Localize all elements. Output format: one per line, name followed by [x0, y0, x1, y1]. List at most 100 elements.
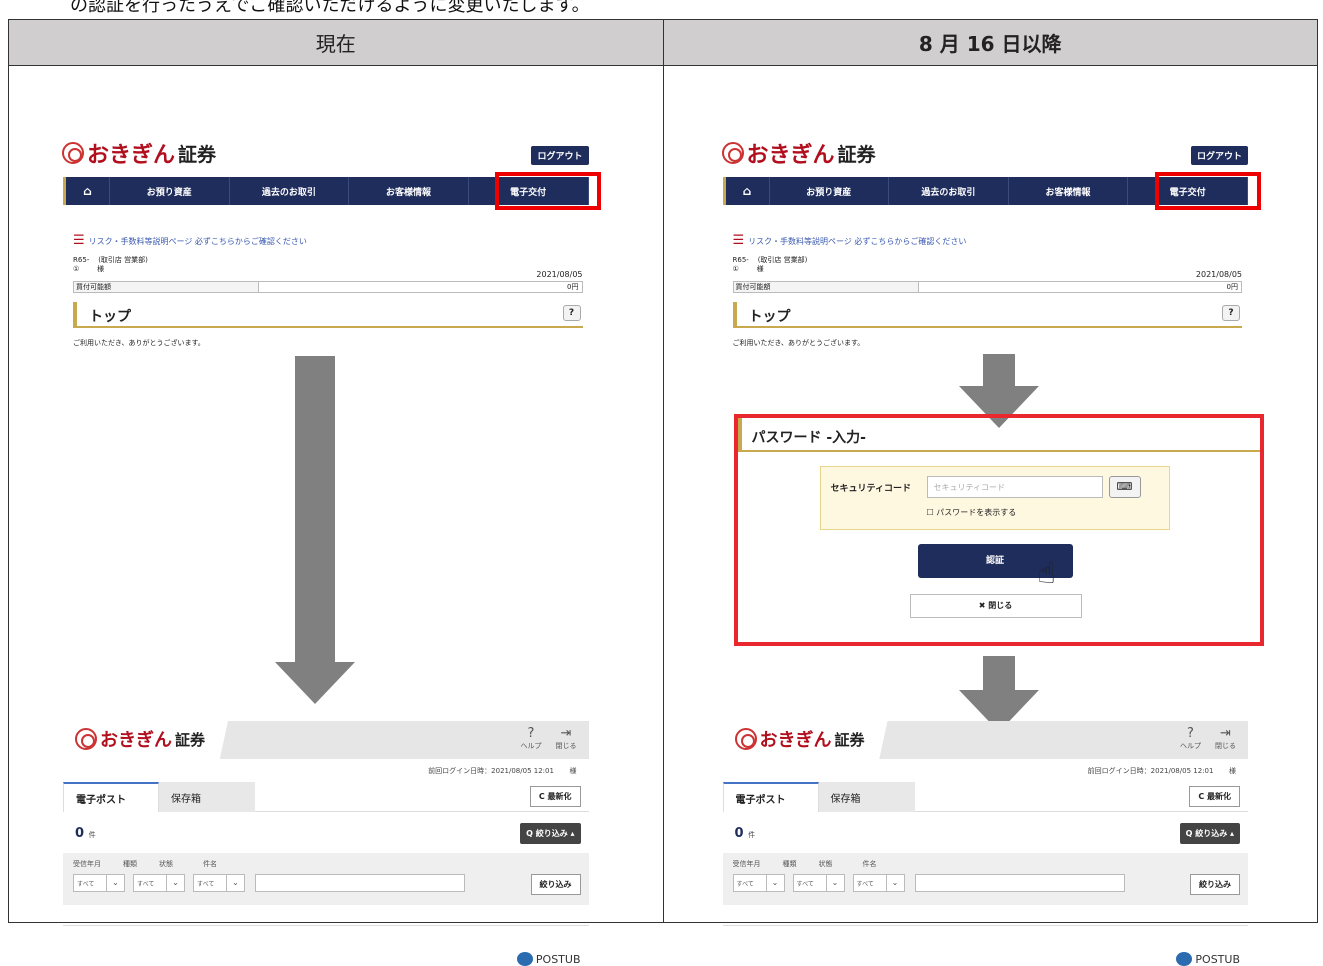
site-logo: おきぎん 証券 — [721, 137, 876, 169]
postub-logo: POSTUB — [516, 952, 581, 966]
nav-customer[interactable]: お客様情報 — [349, 177, 469, 205]
header-current: 現在 — [8, 19, 664, 66]
last-login: 前回ログイン日時：2021/08/05 12:01 様 — [428, 767, 577, 775]
account-info: R65- (取引店 営業部) ① 様 — [73, 256, 148, 273]
postub-logo: POSTUB — [1176, 952, 1240, 966]
date-text: 2021/08/05 — [536, 270, 583, 279]
edoc-highlight — [1154, 172, 1261, 210]
show-password-checkbox[interactable]: ☐ パスワードを表示する — [927, 507, 1017, 518]
chevron-down-icon: ⌄ — [166, 875, 184, 891]
chevron-down-icon: ⌄ — [106, 875, 124, 891]
home-icon[interactable]: ⌂ — [66, 177, 110, 205]
risk-link[interactable]: ☰ リスク・手数料等説明ページ 必ずこちらからご確認ください — [733, 233, 967, 248]
nav-assets[interactable]: お預り資産 — [110, 177, 230, 205]
comparison-table: 現在 8 月 16 日以降 おきぎん 証券 ログアウト ⌂ お預り資産 過去のお取… — [8, 19, 1318, 966]
thanks-text: ご利用いただき、ありがとうございます。 — [73, 339, 205, 347]
tab-post[interactable]: 電子ポスト — [722, 782, 819, 812]
logout-button[interactable]: ログアウト — [1190, 146, 1248, 165]
chevron-down-icon: ⌄ — [885, 875, 904, 891]
type-select[interactable]: すべて ⌄ — [133, 874, 185, 892]
filter-toggle-button[interactable]: Q 絞り込み ▴ — [520, 823, 581, 844]
after-cell: おきぎん 証券 ログアウト ⌂ お預り資産 過去のお取引 お客様情報 電子交付 ☰… — [662, 65, 1318, 966]
filter-area: 受信年月 種類 状態 件名 すべて ⌄ すべて ⌄ すべて ⌄ 絞り込み — [63, 853, 589, 905]
site-logo: おきぎん 証券 — [62, 137, 216, 169]
flower-logo-icon — [62, 142, 84, 164]
buying-power-row: 買付可能額 0円 — [73, 281, 583, 293]
tab-storage[interactable]: 保存箱 — [818, 782, 915, 812]
exit-icon: ⇥ — [560, 726, 572, 741]
page-title: トップ? — [73, 302, 583, 328]
help-icon[interactable]: ? — [1222, 305, 1240, 321]
post-header-icons: ? ヘルプ ⇥ 閉じる — [1180, 726, 1236, 751]
month-select[interactable]: すべて ⌄ — [732, 874, 785, 892]
header-after: 8 月 16 日以降 — [662, 19, 1318, 66]
close-button[interactable]: ⇥ 閉じる — [556, 726, 577, 751]
divider — [722, 925, 1248, 926]
chevron-down-icon: ⌄ — [825, 875, 844, 891]
last-login: 前回ログイン日時：2021/08/05 12:01 様 — [1087, 767, 1236, 775]
pointer-hand-icon: ☝ — [1037, 556, 1056, 591]
post-tabs: 電子ポスト 保存箱 C 最新化 — [722, 782, 1248, 812]
status-select[interactable]: すべて ⌄ — [852, 874, 905, 892]
tab-storage[interactable]: 保存箱 — [159, 782, 255, 812]
subject-input[interactable] — [255, 874, 465, 892]
edoc-highlight — [495, 172, 601, 210]
item-count: 0 件 — [734, 826, 756, 841]
intro-text: の認証を行ったうえでご確認いただけるように変更いたします。 — [70, 0, 590, 16]
tab-post[interactable]: 電子ポスト — [63, 782, 159, 812]
question-icon: ? — [1187, 726, 1194, 741]
thanks-text: ご利用いただき、ありがとうございます。 — [732, 339, 865, 347]
risk-link[interactable]: ☰ リスク・手数料等説明ページ 必ずこちらからご確認ください — [73, 233, 307, 248]
item-count: 0 件 — [75, 826, 96, 841]
month-select[interactable]: すべて ⌄ — [73, 874, 125, 892]
question-icon: ? — [527, 726, 535, 741]
filter-button[interactable]: 絞り込み — [1190, 874, 1240, 895]
security-code-input[interactable]: セキュリティコード — [926, 476, 1103, 498]
security-label: セキュリティコード — [830, 484, 911, 494]
flower-logo-icon — [734, 728, 757, 750]
help-icon[interactable]: ? — [562, 305, 581, 321]
post-tabs: 電子ポスト 保存箱 C 最新化 — [63, 782, 589, 812]
close-button[interactable]: ⇥ 閉じる — [1215, 726, 1236, 751]
down-arrow — [275, 356, 355, 704]
chevron-down-icon: ⌄ — [226, 875, 244, 891]
chevron-down-icon: ⌄ — [765, 875, 784, 891]
home-icon[interactable]: ⌂ — [726, 177, 770, 205]
help-button[interactable]: ? ヘルプ — [521, 726, 542, 751]
document-icon: ☰ — [73, 233, 85, 248]
password-dialog: パスワード -入力- セキュリティコード セキュリティコード ⌨ ☐ パスワード… — [733, 414, 1264, 646]
current-cell: おきぎん 証券 ログアウト ⌂ お預り資産 過去のお取引 お客様情報 電子交付 ☰… — [8, 65, 664, 966]
filter-toggle-button[interactable]: Q 絞り込み ▴ — [1179, 823, 1240, 844]
status-select[interactable]: すべて ⌄ — [193, 874, 245, 892]
nav-customer[interactable]: お客様情報 — [1009, 177, 1129, 205]
refresh-button[interactable]: C 最新化 — [1189, 786, 1240, 807]
close-dialog-button[interactable]: ✖ 閉じる — [909, 594, 1082, 618]
keyboard-icon[interactable]: ⌨ — [1108, 476, 1141, 498]
logout-button[interactable]: ログアウト — [531, 146, 589, 165]
refresh-button[interactable]: C 最新化 — [529, 786, 581, 807]
nav-assets[interactable]: お預り資産 — [770, 177, 890, 205]
buying-power-row: 買付可能額 0円 — [732, 281, 1242, 293]
filter-button[interactable]: 絞り込み — [530, 874, 581, 895]
post-logo: おきぎん 証券 — [75, 726, 205, 752]
document-icon: ☰ — [732, 233, 745, 248]
nav-history[interactable]: 過去のお取引 — [230, 177, 350, 205]
type-select[interactable]: すべて ⌄ — [792, 874, 845, 892]
flower-logo-icon — [721, 142, 744, 164]
postub-icon — [516, 952, 533, 966]
divider — [63, 925, 589, 926]
nav-history[interactable]: 過去のお取引 — [889, 177, 1009, 205]
post-header-icons: ? ヘルプ ⇥ 閉じる — [521, 726, 577, 751]
page-title: トップ? — [732, 302, 1242, 328]
post-logo: おきぎん 証券 — [734, 726, 865, 752]
security-panel: セキュリティコード セキュリティコード ⌨ ☐ パスワードを表示する — [819, 466, 1170, 530]
flower-logo-icon — [75, 728, 97, 750]
subject-input[interactable] — [914, 874, 1125, 892]
postub-icon — [1176, 952, 1193, 966]
account-info: R65- (取引店 営業部) ① 様 — [732, 256, 808, 273]
password-title: パスワード -入力- — [737, 418, 1260, 452]
exit-icon: ⇥ — [1220, 726, 1231, 741]
filter-area: 受信年月 種類 状態 件名 すべて ⌄ すべて ⌄ すべて ⌄ 絞り込み — [722, 853, 1248, 905]
date-text: 2021/08/05 — [1195, 270, 1242, 279]
help-button[interactable]: ? ヘルプ — [1180, 726, 1201, 751]
